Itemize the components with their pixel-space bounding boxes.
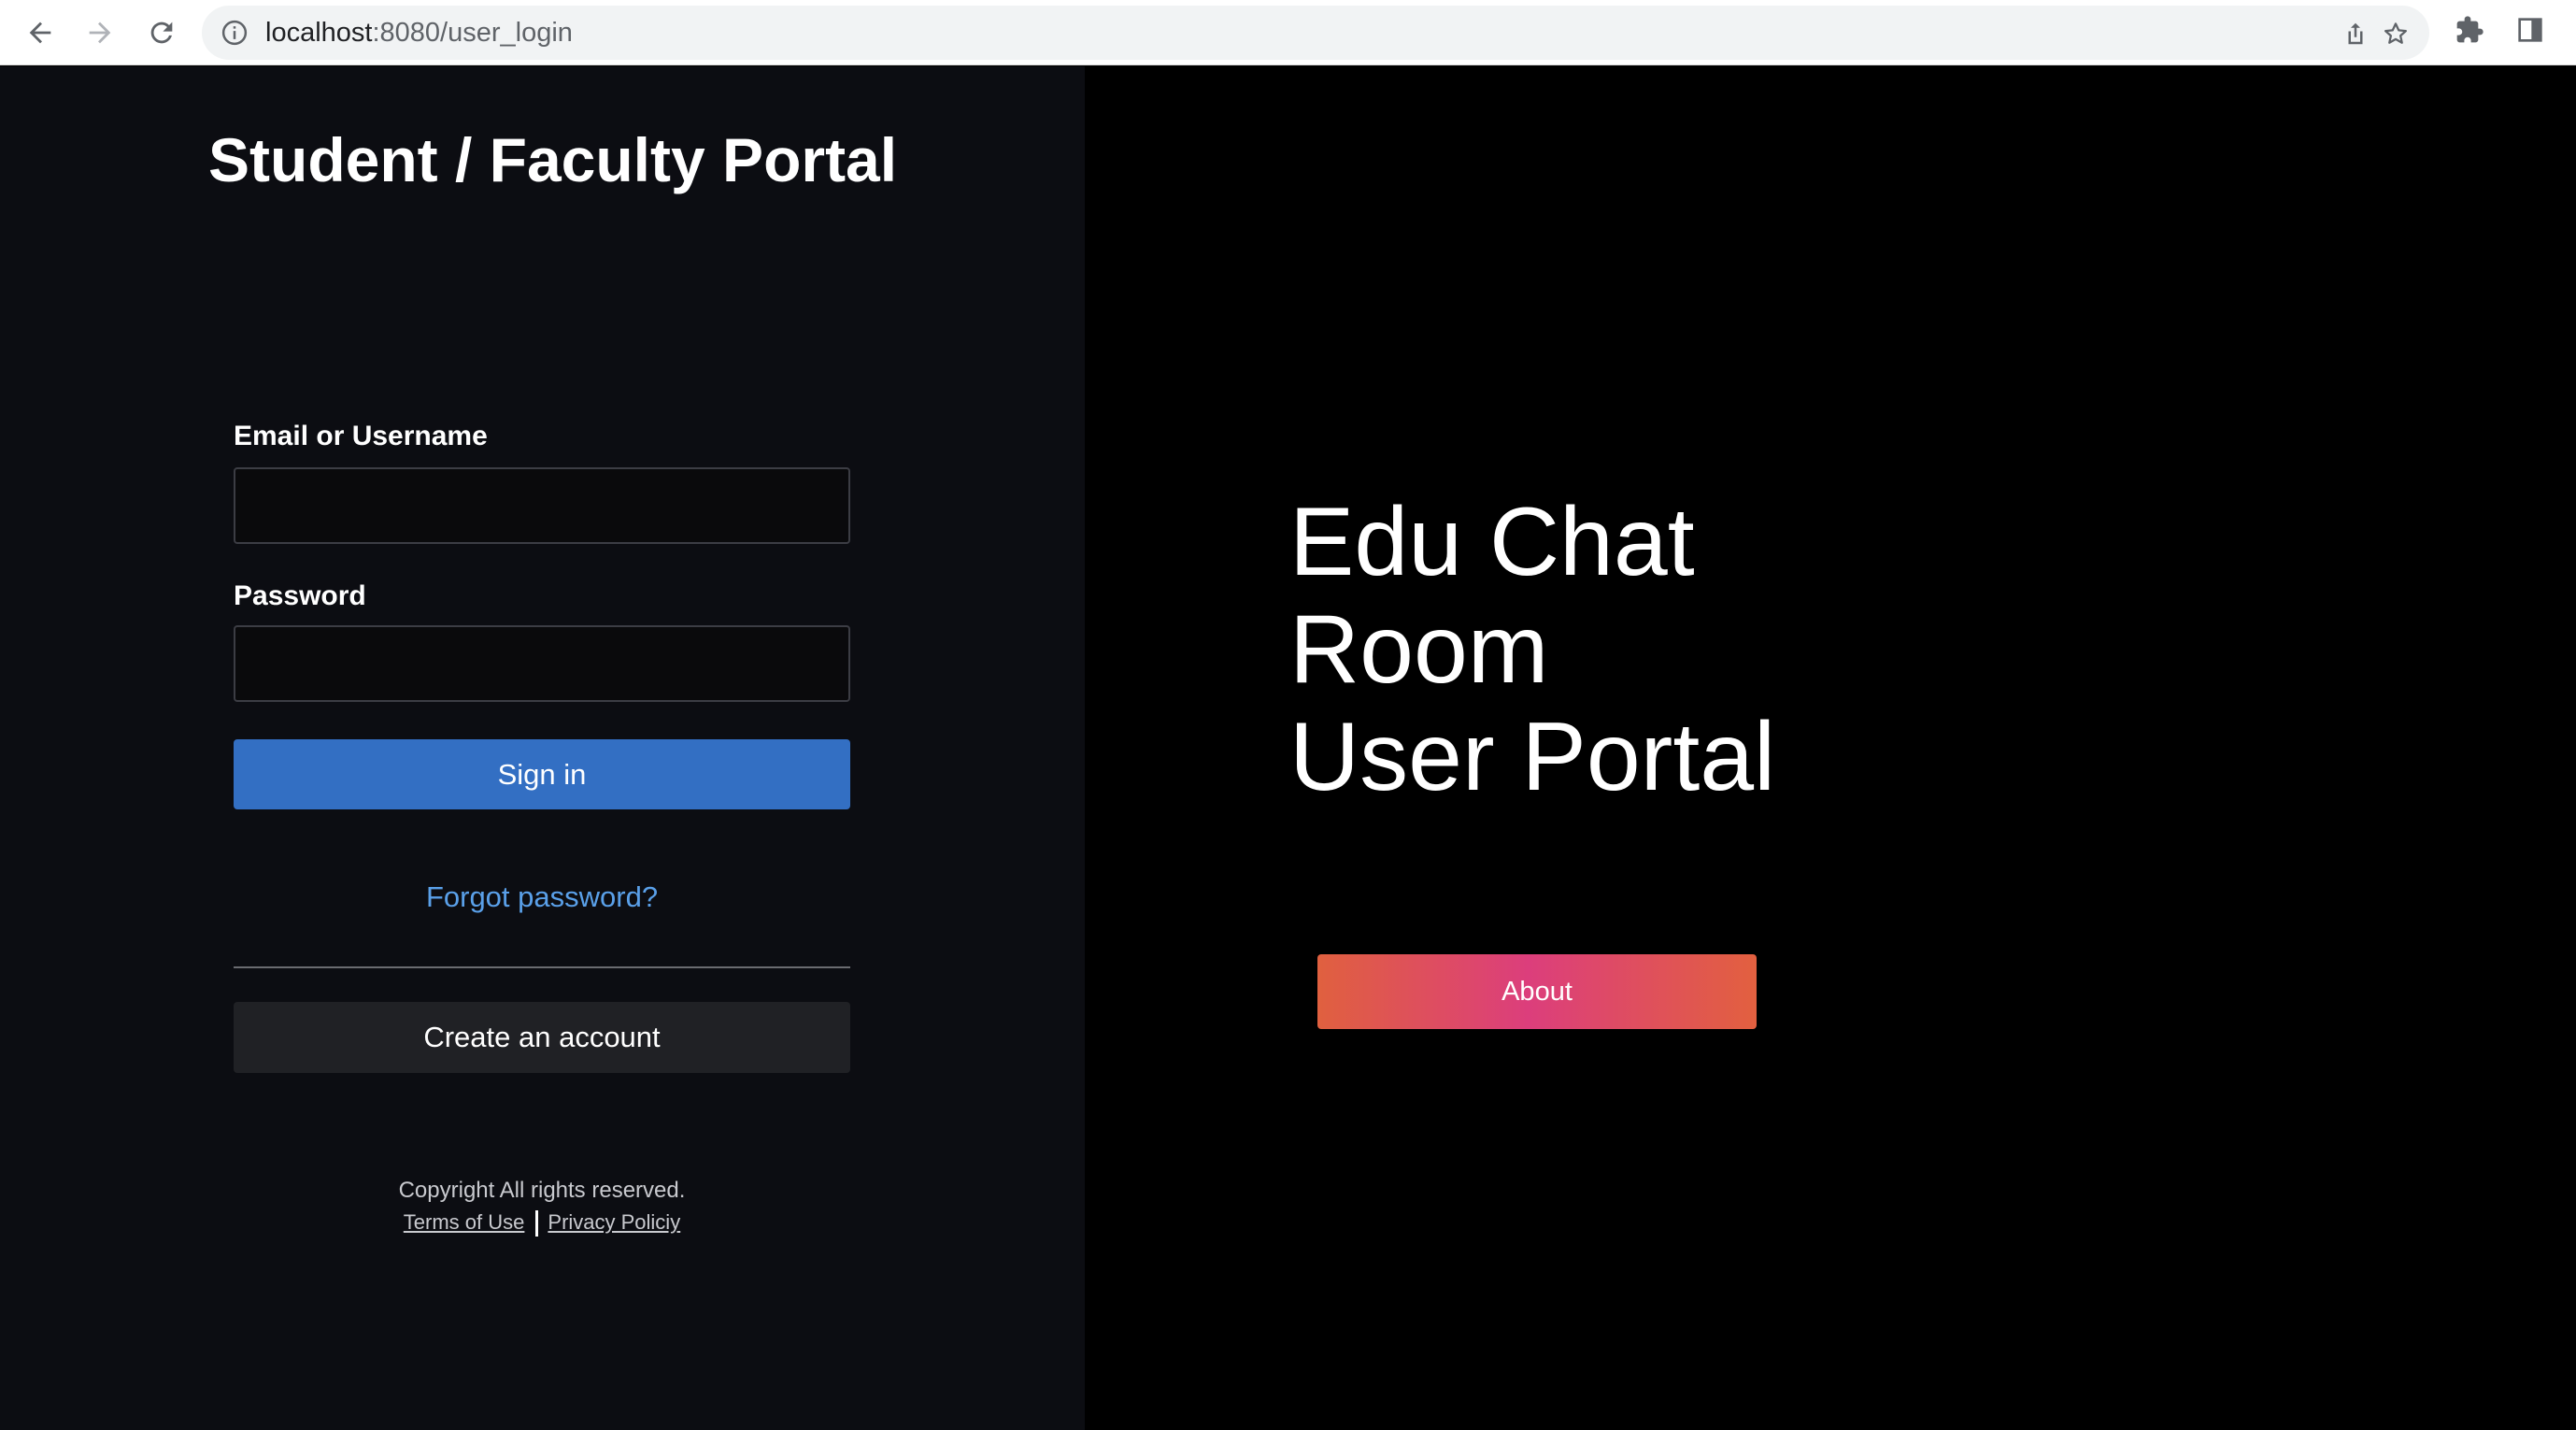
privacy-policy-link[interactable]: Privacy Policiy <box>548 1210 680 1234</box>
share-icon[interactable] <box>2341 20 2370 48</box>
hero-title-line-3: User Portal <box>1289 703 1776 811</box>
create-account-button[interactable]: Create an account <box>234 1002 850 1073</box>
bookmark-star-icon[interactable] <box>2382 20 2410 48</box>
browser-toolbar: localhost:8080/user_login <box>0 0 2576 65</box>
forgot-password-link[interactable]: Forgot password? <box>234 879 850 915</box>
site-info-icon[interactable] <box>221 19 249 47</box>
url-text: localhost:8080/user_login <box>265 17 573 49</box>
terms-of-use-link[interactable]: Terms of Use <box>404 1210 525 1234</box>
email-field[interactable] <box>234 467 850 544</box>
portal-title: Student / Faculty Portal <box>208 125 898 194</box>
extensions-puzzle-icon[interactable] <box>2455 15 2484 45</box>
footer-separator <box>535 1210 539 1237</box>
footer-links: Terms of Use Privacy Policiy <box>234 1208 850 1237</box>
email-label: Email or Username <box>234 421 488 451</box>
forward-icon[interactable] <box>80 13 120 52</box>
address-bar[interactable]: localhost:8080/user_login <box>202 6 2429 60</box>
reload-icon[interactable] <box>142 13 181 52</box>
password-field[interactable] <box>234 625 850 702</box>
url-host: localhost <box>265 18 373 48</box>
divider <box>234 966 850 968</box>
copyright-text: Copyright All rights reserved. <box>398 1178 686 1203</box>
sign-in-button[interactable]: Sign in <box>234 739 850 809</box>
back-icon[interactable] <box>21 13 60 52</box>
about-button[interactable]: About <box>1317 954 1757 1029</box>
password-label: Password <box>234 580 366 611</box>
side-panel-icon[interactable] <box>2515 15 2545 45</box>
hero-title-line-2: Room <box>1289 595 1549 704</box>
hero-title-line-1: Edu Chat <box>1289 488 1695 596</box>
url-path: :8080/user_login <box>372 18 573 48</box>
